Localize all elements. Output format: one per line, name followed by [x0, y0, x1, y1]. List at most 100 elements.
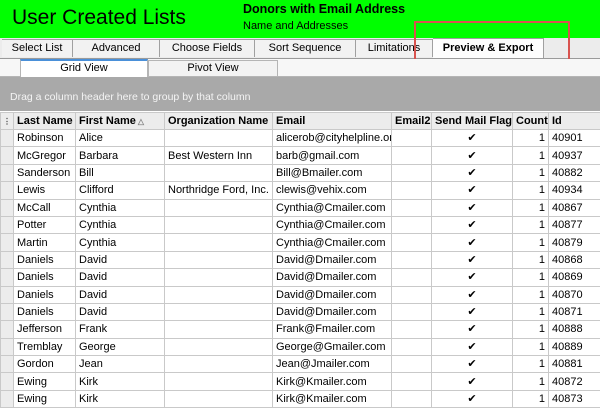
cell-email[interactable]: clewis@vehix.com [273, 182, 392, 199]
cell-count[interactable]: 1 [513, 338, 549, 355]
cell-last-name[interactable]: Daniels [14, 303, 76, 320]
cell-send-mail-flag[interactable]: ✔ [432, 199, 513, 216]
cell-count[interactable]: 1 [513, 286, 549, 303]
checkbox-checked-icon[interactable]: ✔ [467, 377, 476, 388]
cell-first-name[interactable]: David [76, 286, 165, 303]
row-indicator[interactable] [1, 216, 14, 233]
row-indicator[interactable] [1, 321, 14, 338]
cell-email[interactable]: alicerob@cityhelpline.org [273, 130, 392, 147]
cell-send-mail-flag[interactable]: ✔ [432, 321, 513, 338]
cell-first-name[interactable]: Cynthia [76, 234, 165, 251]
cell-send-mail-flag[interactable]: ✔ [432, 338, 513, 355]
cell-last-name[interactable]: Potter [14, 216, 76, 233]
row-indicator[interactable] [1, 373, 14, 390]
cell-last-name[interactable]: Tremblay [14, 338, 76, 355]
cell-send-mail-flag[interactable]: ✔ [432, 286, 513, 303]
cell-id[interactable]: 40937 [549, 147, 600, 164]
cell-email[interactable]: Frank@Fmailer.com [273, 321, 392, 338]
cell-email2[interactable] [392, 321, 432, 338]
cell-email[interactable]: Kirk@Kmailer.com [273, 390, 392, 407]
cell-count[interactable]: 1 [513, 303, 549, 320]
cell-organization-name[interactable] [165, 321, 273, 338]
cell-id[interactable]: 40873 [549, 390, 600, 407]
cell-email2[interactable] [392, 147, 432, 164]
cell-count[interactable]: 1 [513, 216, 549, 233]
cell-email[interactable]: David@Dmailer.com [273, 286, 392, 303]
cell-email[interactable]: Cynthia@Cmailer.com [273, 216, 392, 233]
cell-id[interactable]: 40869 [549, 269, 600, 286]
cell-last-name[interactable]: Daniels [14, 251, 76, 268]
table-row[interactable]: JeffersonFrankFrank@Fmailer.com✔140888 [1, 321, 600, 338]
table-row[interactable]: McGregorBarbaraBest Western Innbarb@gmai… [1, 147, 600, 164]
table-row[interactable]: MartinCynthiaCynthia@Cmailer.com✔140879 [1, 234, 600, 251]
cell-count[interactable]: 1 [513, 182, 549, 199]
checkbox-checked-icon[interactable]: ✔ [467, 133, 476, 144]
cell-organization-name[interactable] [165, 251, 273, 268]
column-header-send-mail-flag[interactable]: Send Mail Flag [432, 113, 513, 130]
cell-organization-name[interactable] [165, 338, 273, 355]
cell-send-mail-flag[interactable]: ✔ [432, 164, 513, 181]
cell-first-name[interactable]: Jean [76, 356, 165, 373]
cell-email[interactable]: barb@gmail.com [273, 147, 392, 164]
cell-last-name[interactable]: Daniels [14, 286, 76, 303]
cell-first-name[interactable]: Alice [76, 130, 165, 147]
cell-organization-name[interactable] [165, 216, 273, 233]
cell-email2[interactable] [392, 216, 432, 233]
cell-email[interactable]: David@Dmailer.com [273, 269, 392, 286]
checkbox-checked-icon[interactable]: ✔ [467, 255, 476, 266]
table-row[interactable]: RobinsonAlice alicerob@cityhelpline.org ✔ 1… [1, 130, 600, 147]
cell-id[interactable]: 40871 [549, 303, 600, 320]
cell-email2[interactable] [392, 373, 432, 390]
cell-last-name[interactable]: Martin [14, 234, 76, 251]
tab-select-list[interactable]: Select List [2, 39, 73, 57]
table-row[interactable]: McCallCynthiaCynthia@Cmailer.com✔140867 [1, 199, 600, 216]
cell-last-name[interactable]: Sanderson [14, 164, 76, 181]
column-header-id[interactable]: Id [549, 113, 600, 130]
cell-send-mail-flag[interactable]: ✔ [432, 356, 513, 373]
cell-id[interactable]: 40882 [549, 164, 600, 181]
cell-organization-name[interactable] [165, 356, 273, 373]
cell-organization-name[interactable]: Northridge Ford, Inc. [165, 182, 273, 199]
cell-send-mail-flag[interactable]: ✔ [432, 216, 513, 233]
column-header-count[interactable]: Count [513, 113, 549, 130]
cell-email[interactable]: Jean@Jmailer.com [273, 356, 392, 373]
cell-email2[interactable] [392, 234, 432, 251]
checkbox-checked-icon[interactable]: ✔ [467, 307, 476, 318]
cell-email2[interactable] [392, 251, 432, 268]
row-indicator[interactable] [1, 182, 14, 199]
cell-send-mail-flag[interactable]: ✔ [432, 234, 513, 251]
cell-count[interactable]: 1 [513, 164, 549, 181]
cell-id[interactable]: 40872 [549, 373, 600, 390]
cell-email[interactable]: Bill@Bmailer.com [273, 164, 392, 181]
cell-send-mail-flag[interactable]: ✔ [432, 373, 513, 390]
tab-choose-fields[interactable]: Choose Fields [160, 39, 255, 57]
checkbox-checked-icon[interactable]: ✔ [467, 394, 476, 405]
column-header-organization-name[interactable]: Organization Name [165, 113, 273, 130]
cell-id[interactable]: 40889 [549, 338, 600, 355]
checkbox-checked-icon[interactable]: ✔ [467, 185, 476, 196]
table-row[interactable]: GordonJeanJean@Jmailer.com✔140881 [1, 356, 600, 373]
row-indicator[interactable] [1, 356, 14, 373]
cell-first-name[interactable]: Barbara [76, 147, 165, 164]
tab-grid-view[interactable]: Grid View [20, 59, 148, 77]
cell-count[interactable]: 1 [513, 130, 549, 147]
cell-id[interactable]: 40868 [549, 251, 600, 268]
cell-first-name[interactable]: Bill [76, 164, 165, 181]
cell-last-name[interactable]: Robinson [14, 130, 76, 147]
cell-email2[interactable] [392, 303, 432, 320]
cell-organization-name[interactable] [165, 303, 273, 320]
cell-last-name[interactable]: McGregor [14, 147, 76, 164]
cell-email2[interactable] [392, 182, 432, 199]
column-header-email2[interactable]: Email2 [392, 113, 432, 130]
cell-email2[interactable] [392, 390, 432, 407]
row-indicator[interactable] [1, 251, 14, 268]
cell-count[interactable]: 1 [513, 199, 549, 216]
cell-email[interactable]: David@Dmailer.com [273, 303, 392, 320]
cell-last-name[interactable]: Lewis [14, 182, 76, 199]
cell-email[interactable]: George@Gmailer.com [273, 338, 392, 355]
cell-email[interactable]: David@Dmailer.com [273, 251, 392, 268]
checkbox-checked-icon[interactable]: ✔ [467, 151, 476, 162]
row-indicator[interactable] [1, 303, 14, 320]
cell-count[interactable]: 1 [513, 251, 549, 268]
cell-email2[interactable] [392, 199, 432, 216]
